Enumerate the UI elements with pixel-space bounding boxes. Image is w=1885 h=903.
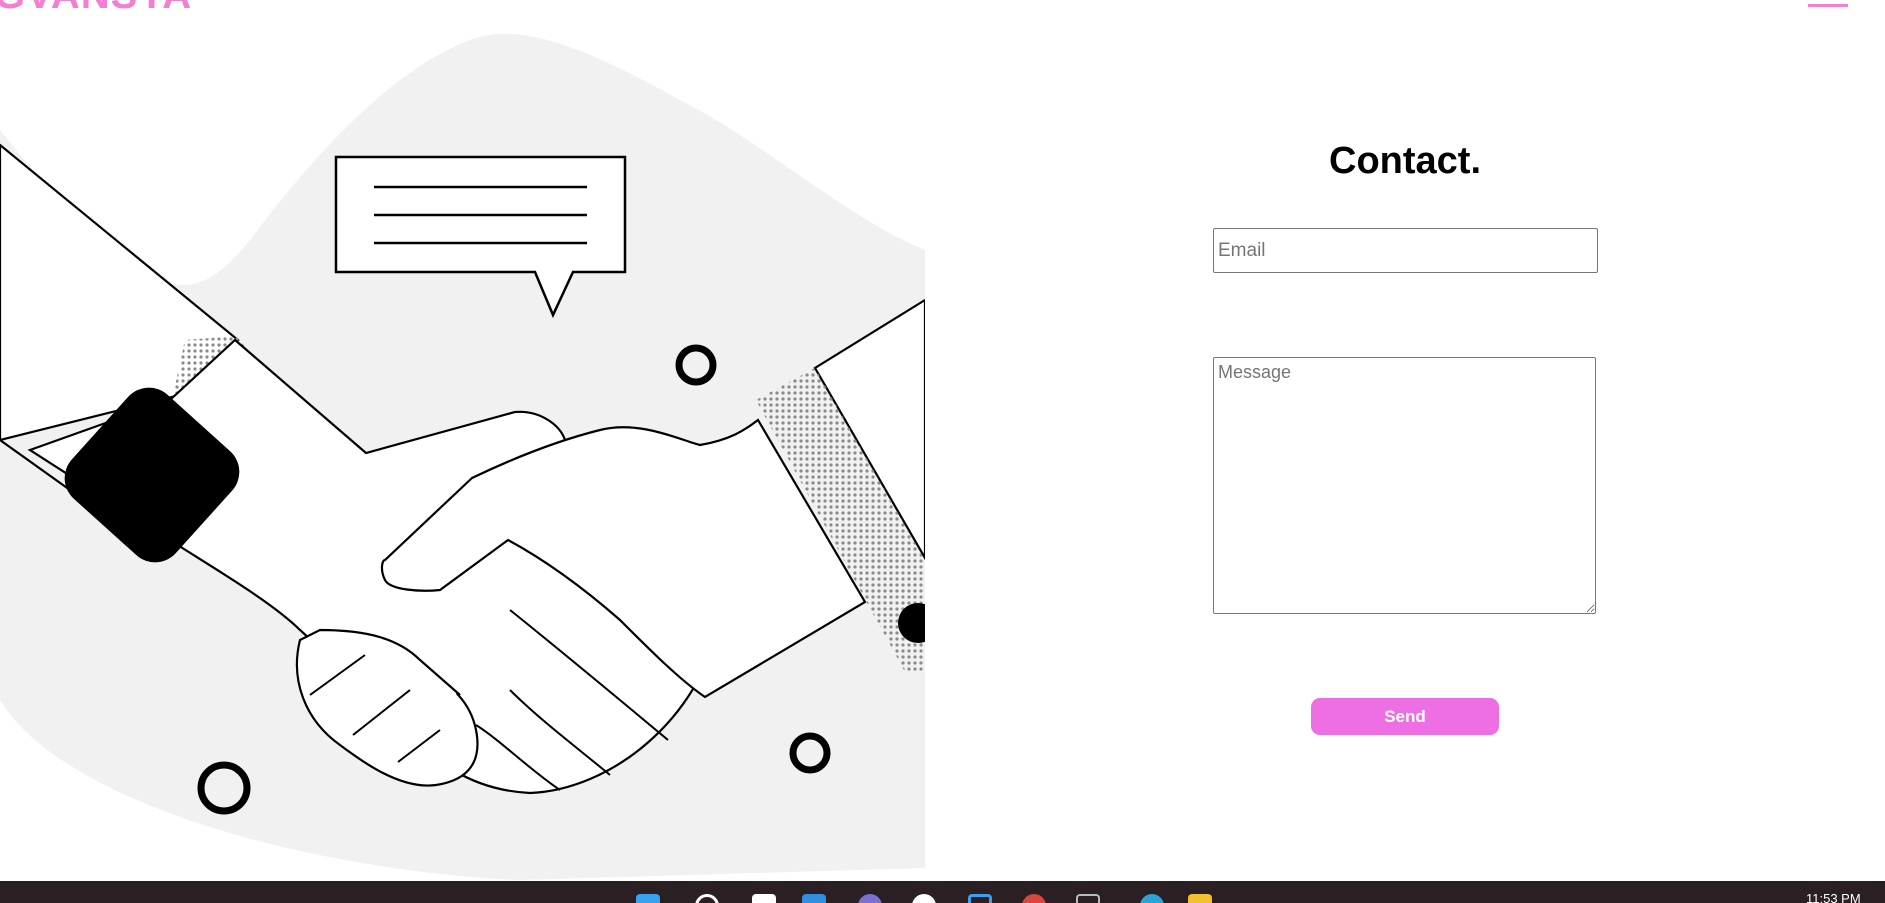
handshake-illustration [0,33,925,881]
send-button[interactable]: Send [1311,698,1499,735]
app-gray-icon[interactable] [1076,894,1100,903]
chrome-icon[interactable] [912,894,936,903]
email-field[interactable] [1213,228,1598,273]
windows-start-icon[interactable] [636,894,660,903]
site-logo[interactable]: GVANSYA [0,0,192,15]
app-red-icon[interactable] [1022,894,1046,903]
widgets-icon[interactable] [802,894,826,903]
teams-chat-icon[interactable] [858,894,882,903]
taskbar: 11:53 PM [0,881,1885,903]
task-view-icon[interactable] [752,894,776,903]
message-field[interactable] [1213,357,1596,614]
edge-icon[interactable] [1140,894,1164,903]
contact-title: Contact. [1329,140,1481,182]
contact-form: Contact. Send [1100,0,1710,880]
file-explorer-icon[interactable] [1188,894,1212,903]
hamburger-menu-icon[interactable] [1808,0,1848,8]
page: GVANSYA [0,0,1885,903]
search-icon[interactable] [695,894,719,903]
taskbar-clock[interactable]: 11:53 PM [1806,891,1861,903]
store-icon[interactable] [968,894,992,903]
